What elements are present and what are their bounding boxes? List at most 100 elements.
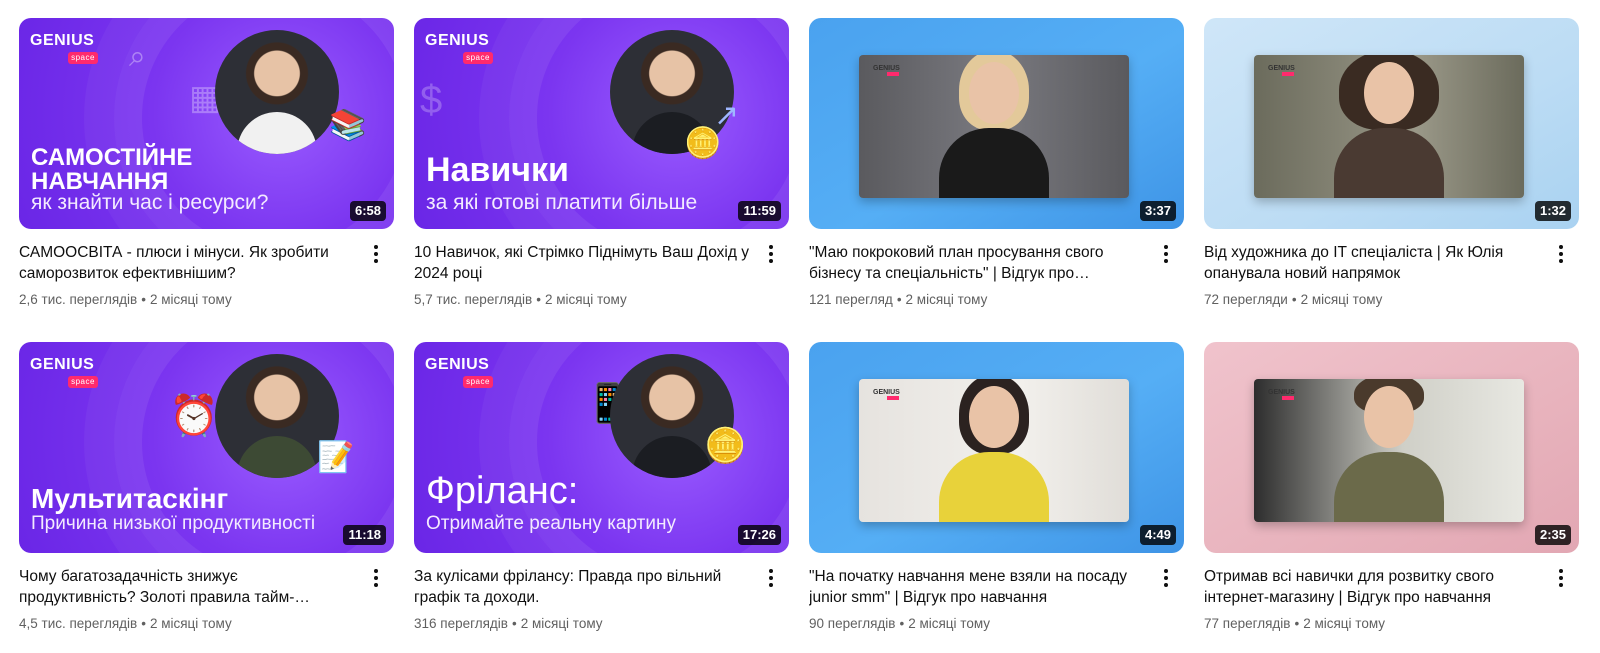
view-count: 316 переглядів — [414, 616, 508, 631]
video-title[interactable]: Отримав всі навички для розвитку свого і… — [1204, 566, 1539, 608]
upload-age: 2 місяці тому — [149, 292, 232, 307]
thumb-title: Навички — [426, 151, 569, 189]
mini-logo: GENIUS — [1268, 389, 1295, 400]
video-card[interactable]: GENIUS 3:37 "Маю покроковий план просува… — [809, 18, 1184, 312]
upload-age: 2 місяці тому — [520, 616, 603, 631]
interview-frame: GENIUS — [1254, 379, 1524, 522]
brand-logo: GENIUS space — [30, 32, 98, 64]
view-count: 90 переглядів — [809, 616, 896, 631]
video-stats: 72 перегляди • 2 місяці тому — [1204, 292, 1383, 307]
duration-badge: 11:18 — [343, 525, 386, 545]
presenter-portrait — [215, 30, 339, 154]
more-vert-icon[interactable] — [1154, 242, 1178, 266]
mini-logo: GENIUS — [873, 65, 900, 76]
view-count: 72 перегляди — [1204, 292, 1288, 307]
view-count: 5,7 тис. переглядів — [414, 292, 533, 307]
brand-logo: GENIUS space — [30, 356, 98, 388]
growth-arrow-icon: ↗ — [714, 99, 740, 132]
video-thumbnail[interactable]: GENIUS 1:32 — [1204, 18, 1579, 229]
duration-badge: 11:59 — [738, 201, 781, 221]
more-vert-icon[interactable] — [759, 242, 783, 266]
video-card[interactable]: GENIUS space 📱 🪙 Фріланс: Отримайте реаль… — [414, 342, 789, 636]
video-meta: "Маю покроковий план просування свого бі… — [809, 242, 1184, 309]
dollar-icon: $ — [420, 78, 443, 122]
view-count: 121 перегляд — [809, 292, 893, 307]
more-vert-icon[interactable] — [364, 242, 388, 266]
upload-age: 2 місяці тому — [905, 292, 988, 307]
alarm-clock-icon: ⏰ — [169, 394, 219, 438]
video-title[interactable]: "Маю покроковий план просування свого бі… — [809, 242, 1144, 284]
video-card[interactable]: GENIUS 2:35 Отримав всі навички для розв… — [1204, 342, 1579, 636]
video-meta: Отримав всі навички для розвитку свого і… — [1204, 566, 1579, 633]
more-vert-icon[interactable] — [759, 566, 783, 590]
video-thumbnail[interactable]: GENIUS 4:49 — [809, 342, 1184, 553]
upload-age: 2 місяці тому — [1300, 292, 1383, 307]
duration-badge: 4:49 — [1139, 525, 1176, 545]
video-meta: Чому багатозадачність знижує продуктивні… — [19, 566, 394, 633]
video-thumbnail[interactable]: GENIUS space ⌕ ▦ 📚 САМОСТІЙНЕ НАВЧАННЯ як… — [19, 18, 394, 229]
thumb-subtitle: Отримайте реальну картину — [426, 513, 676, 534]
video-stats: 5,7 тис. переглядів • 2 місяці тому — [414, 292, 627, 307]
interview-frame: GENIUS — [859, 379, 1129, 522]
video-title[interactable]: За кулісами фрілансу: Правда про вільний… — [414, 566, 749, 608]
thumb-subtitle: Причина низької продуктивності — [31, 513, 316, 534]
video-card[interactable]: GENIUS space ⌕ ▦ 📚 САМОСТІЙНЕ НАВЧАННЯ як… — [19, 18, 394, 312]
interviewee — [934, 55, 1054, 198]
duration-badge: 3:37 — [1139, 201, 1176, 221]
interview-frame: GENIUS — [1254, 55, 1524, 198]
video-stats: 77 переглядів • 2 місяці тому — [1204, 616, 1386, 631]
video-title[interactable]: САМООСВІТА - плюси і мінуси. Як зробити … — [19, 242, 354, 284]
more-vert-icon[interactable] — [1154, 566, 1178, 590]
video-meta: Від художника до IT спеціаліста | Як Юлі… — [1204, 242, 1579, 309]
thumb-title: Фріланс: — [426, 470, 579, 512]
mini-logo: GENIUS — [873, 389, 900, 400]
more-vert-icon[interactable] — [1549, 242, 1573, 266]
more-vert-icon[interactable] — [1549, 566, 1573, 590]
view-count: 4,5 тис. переглядів — [19, 616, 138, 631]
brand-logo: GENIUS space — [425, 32, 493, 64]
duration-badge: 2:35 — [1534, 525, 1571, 545]
upload-age: 2 місяці тому — [1303, 616, 1386, 631]
view-count: 2,6 тис. переглядів — [19, 292, 138, 307]
search-icon: ⌕ — [129, 40, 146, 73]
view-count: 77 переглядів — [1204, 616, 1291, 631]
video-card[interactable]: GENIUS space ⏰ 📝 Мультитаскінг Причина ни… — [19, 342, 394, 636]
coins-icon: 🪙 — [704, 427, 747, 465]
interview-frame: GENIUS — [859, 55, 1129, 198]
video-title[interactable]: "На початку навчання мене взяли на посад… — [809, 566, 1144, 608]
video-thumbnail[interactable]: GENIUS space ⏰ 📝 Мультитаскінг Причина ни… — [19, 342, 394, 553]
notepad-icon: 📝 — [317, 441, 355, 474]
video-meta: "На початку навчання мене взяли на посад… — [809, 566, 1184, 633]
video-card[interactable]: GENIUS 4:49 "На початку навчання мене вз… — [809, 342, 1184, 636]
video-stats: 90 переглядів • 2 місяці тому — [809, 616, 991, 631]
interviewee — [934, 379, 1054, 522]
video-stats: 2,6 тис. переглядів • 2 місяці тому — [19, 292, 232, 307]
video-thumbnail[interactable]: GENIUS space 📱 🪙 Фріланс: Отримайте реаль… — [414, 342, 789, 553]
thumb-title: Мультитаскінг — [31, 483, 229, 514]
video-stats: 121 перегляд • 2 місяці тому — [809, 292, 988, 307]
video-thumbnail[interactable]: GENIUS 3:37 — [809, 18, 1184, 229]
duration-badge: 1:32 — [1534, 201, 1571, 221]
thumb-title: САМОСТІЙНЕ — [31, 144, 193, 171]
video-card[interactable]: GENIUS 1:32 Від художника до IT спеціалі… — [1204, 18, 1579, 312]
more-vert-icon[interactable] — [364, 566, 388, 590]
upload-age: 2 місяці тому — [908, 616, 991, 631]
video-card[interactable]: GENIUS space $ 🪙 ↗ Навички за які готові … — [414, 18, 789, 312]
upload-age: 2 місяці тому — [149, 616, 232, 631]
video-title[interactable]: Від художника до IT спеціаліста | Як Юлі… — [1204, 242, 1539, 284]
video-title[interactable]: Чому багатозадачність знижує продуктивні… — [19, 566, 354, 608]
video-thumbnail[interactable]: GENIUS space $ 🪙 ↗ Навички за які готові … — [414, 18, 789, 229]
interviewee — [1329, 55, 1449, 198]
video-meta: За кулісами фрілансу: Правда про вільний… — [414, 566, 789, 633]
video-grid: GENIUS space ⌕ ▦ 📚 САМОСТІЙНЕ НАВЧАННЯ як… — [19, 18, 1579, 636]
duration-badge: 17:26 — [737, 525, 781, 545]
brand-logo: GENIUS space — [425, 356, 493, 388]
thumb-subtitle: як знайти час і ресурси? — [31, 191, 269, 214]
duration-badge: 6:58 — [349, 201, 386, 221]
video-thumbnail[interactable]: GENIUS 2:35 — [1204, 342, 1579, 553]
books-icon: 📚 — [329, 109, 367, 142]
upload-age: 2 місяці тому — [544, 292, 627, 307]
video-title[interactable]: 10 Навичок, які Стрімко Піднімуть Ваш До… — [414, 242, 749, 284]
video-meta: САМООСВІТА - плюси і мінуси. Як зробити … — [19, 242, 394, 309]
video-stats: 316 переглядів • 2 місяці тому — [414, 616, 603, 631]
